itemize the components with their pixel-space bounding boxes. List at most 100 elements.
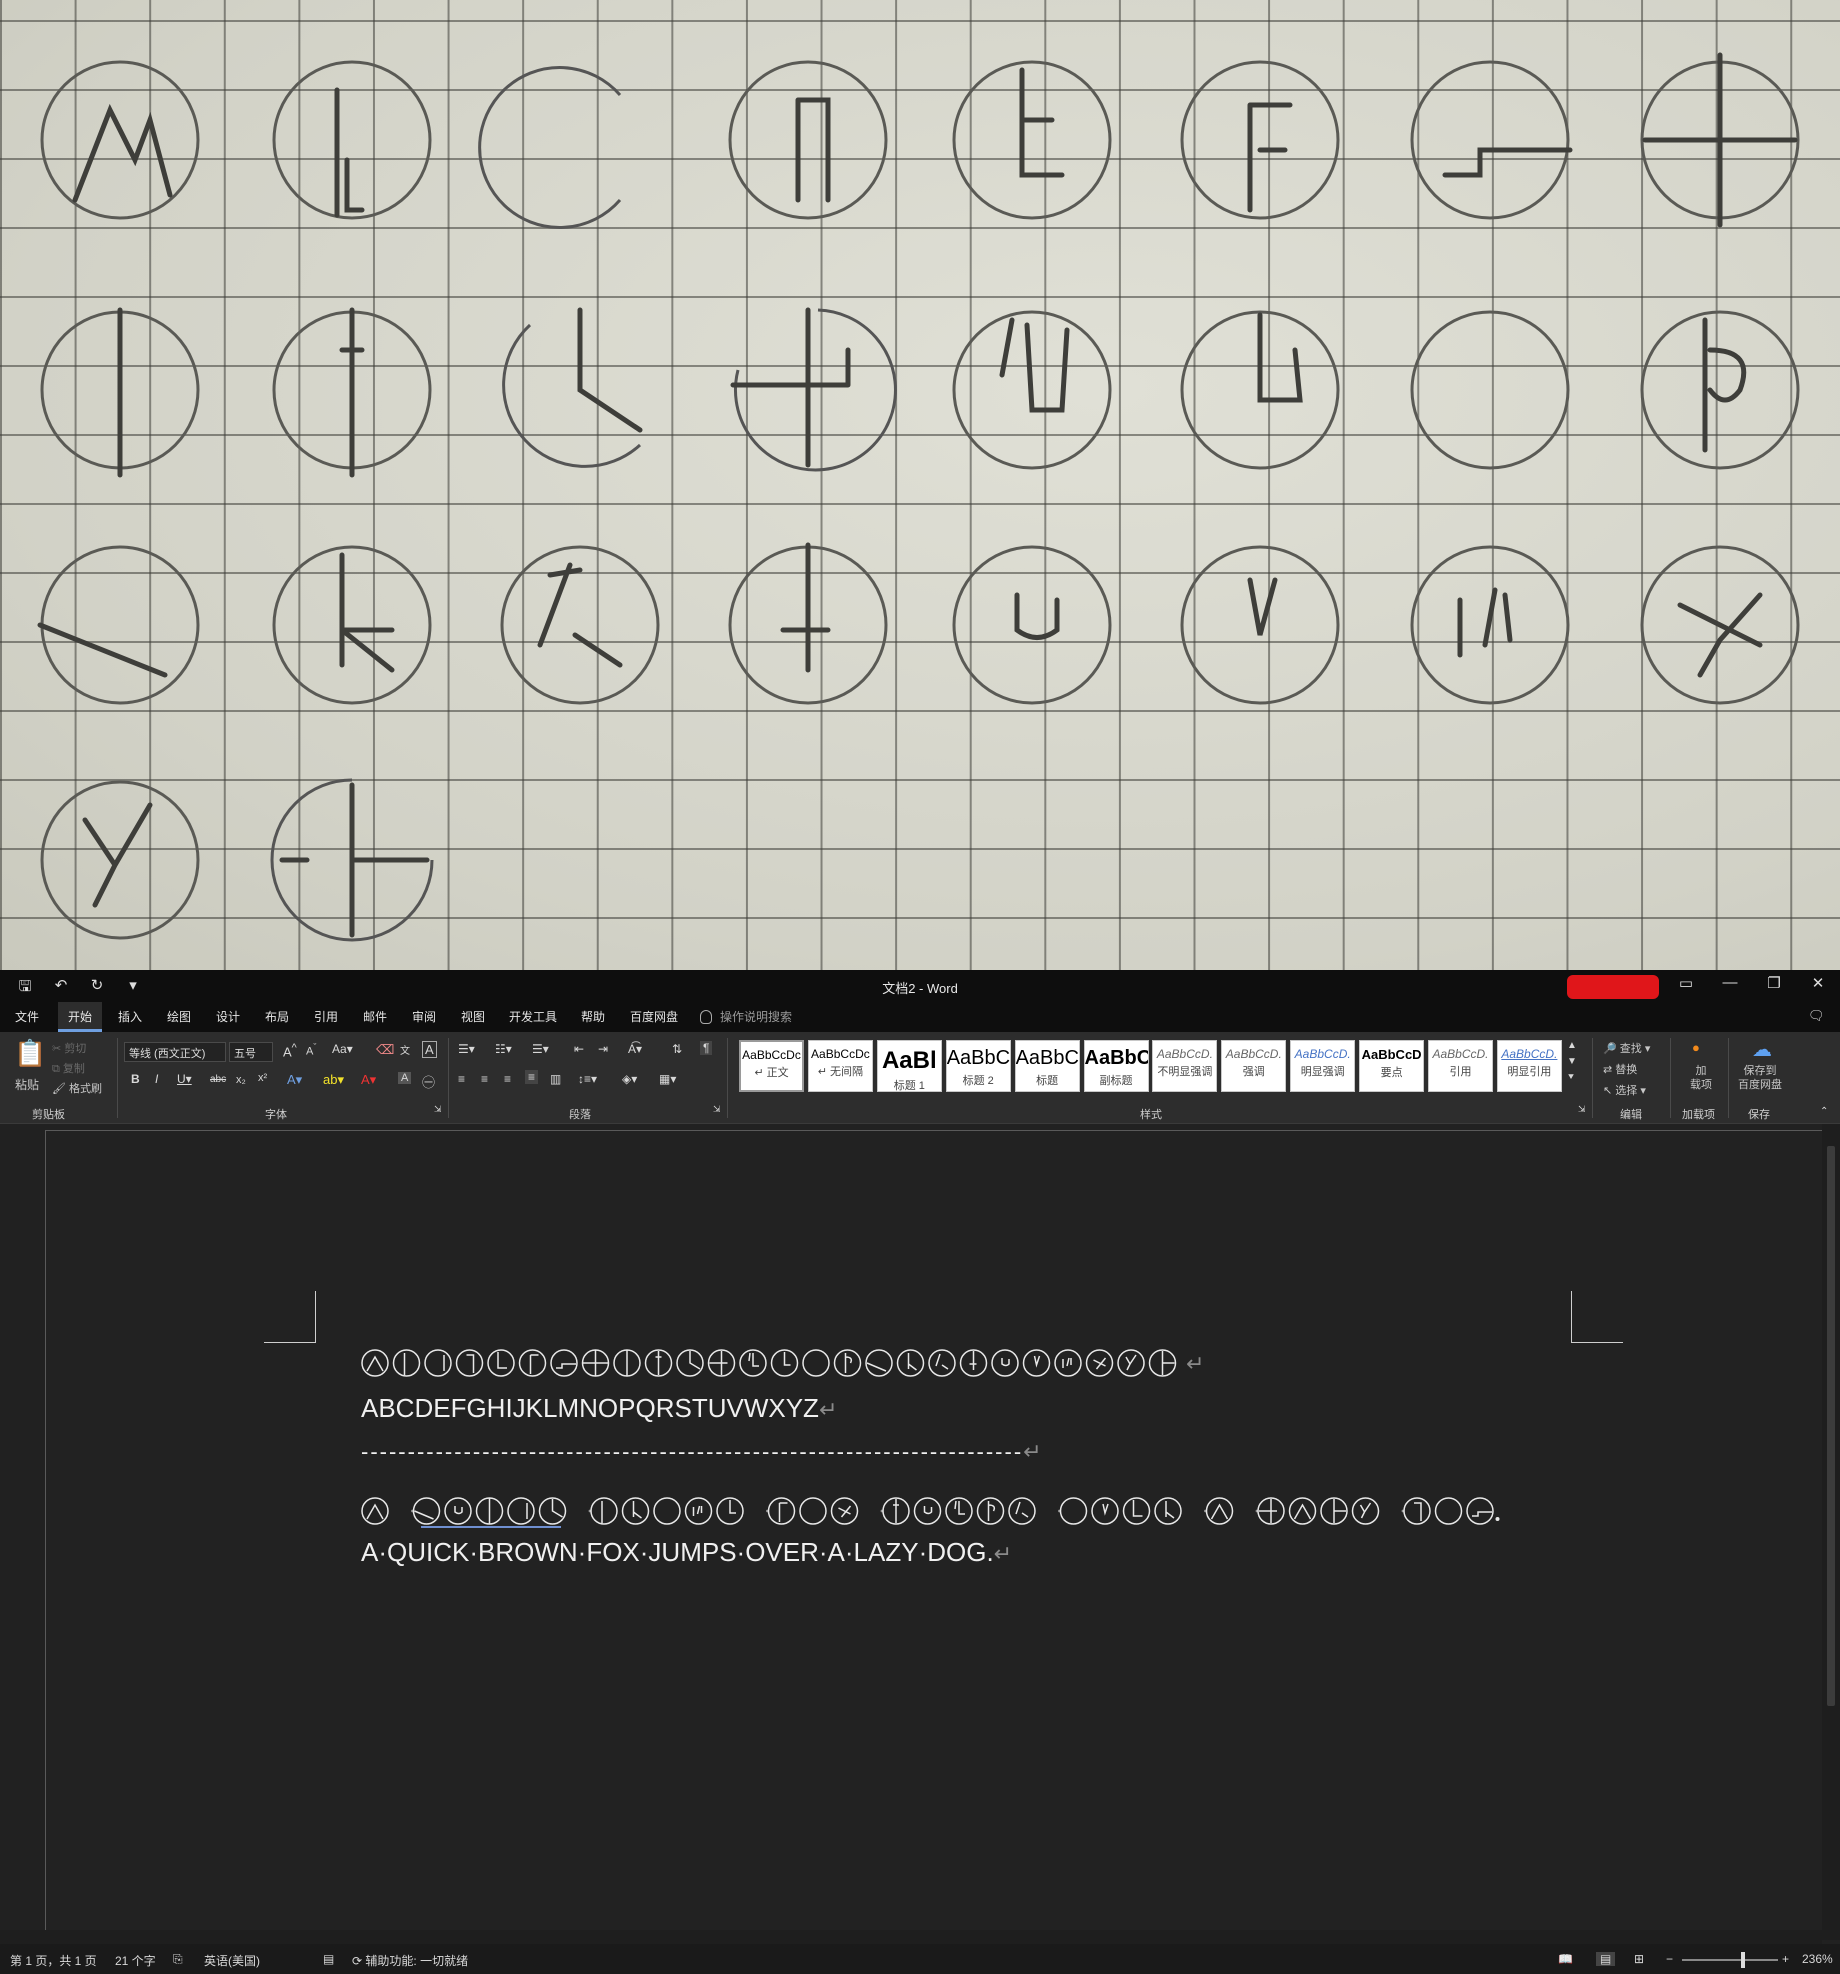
bold-icon[interactable]: B	[131, 1072, 140, 1086]
horizontal-scrollbar[interactable]	[0, 1930, 1822, 1944]
decrease-indent-icon[interactable]: ⇤	[574, 1042, 584, 1056]
enclose-char-icon[interactable]: ㊀	[422, 1072, 435, 1091]
tab-layout[interactable]: 布局	[265, 1008, 289, 1025]
italic-icon[interactable]: I	[155, 1072, 158, 1086]
web-layout-icon[interactable]: ⊞	[1634, 1952, 1644, 1966]
tab-baidu[interactable]: 百度网盘	[630, 1008, 678, 1025]
macro-icon[interactable]: ▤	[323, 1952, 334, 1966]
line-spacing-icon[interactable]: ↕≡▾	[578, 1072, 597, 1086]
distributed-icon[interactable]: ▥	[550, 1072, 561, 1086]
style-item[interactable]: AaBbCcD. 不明显强调	[1152, 1040, 1218, 1092]
style-item[interactable]: AaBbC(标题	[1014, 1040, 1080, 1092]
tab-references[interactable]: 引用	[314, 1008, 338, 1025]
font-color-icon[interactable]: A▾	[361, 1072, 376, 1088]
collapse-ribbon-icon[interactable]: ⌃	[1820, 1106, 1828, 1117]
minimize-icon[interactable]: —	[1708, 974, 1752, 992]
tab-mailings[interactable]: 邮件	[363, 1008, 387, 1025]
tab-help[interactable]: 帮助	[581, 1008, 605, 1025]
underline-icon[interactable]: U▾	[177, 1072, 192, 1086]
shading-icon[interactable]: ◈▾	[622, 1072, 637, 1086]
baidu-cloud-icon[interactable]: ☁	[1752, 1037, 1772, 1062]
zoom-out-icon[interactable]: −	[1666, 1952, 1673, 1966]
vertical-scrollbar[interactable]	[1822, 1124, 1840, 1940]
change-case-button[interactable]: Aa▾	[332, 1042, 353, 1056]
style-item[interactable]: AaBbC(副标题	[1083, 1040, 1149, 1092]
paragraph-dialog-launcher-icon[interactable]: ⇲	[713, 1104, 721, 1115]
proofing-icon[interactable]: ⎘	[173, 1952, 183, 1967]
tab-design[interactable]: 设计	[216, 1008, 240, 1025]
sort-icon[interactable]: ⇅	[672, 1042, 682, 1056]
tab-review[interactable]: 审阅	[412, 1008, 436, 1025]
paste-icon[interactable]: 📋	[14, 1038, 46, 1069]
find-button[interactable]: 🔎 查找 ▾	[1603, 1040, 1650, 1056]
addins-button[interactable]: 加 载项	[1690, 1064, 1712, 1092]
style-item[interactable]: AaBbC(标题 2	[945, 1040, 1011, 1092]
align-center-icon[interactable]: ≡	[481, 1072, 488, 1086]
style-item[interactable]: AaBbCcD. 强调	[1221, 1040, 1287, 1092]
tab-draw[interactable]: 绘图	[167, 1008, 191, 1025]
paste-button[interactable]: 粘贴	[15, 1076, 39, 1093]
style-item[interactable]: AaBbCcDc ↵ 正文	[739, 1040, 804, 1092]
copy-button[interactable]: ⧉ 复制	[52, 1060, 85, 1076]
save-to-baidu-button[interactable]: 保存到 百度网盘	[1738, 1064, 1782, 1092]
clear-format-icon[interactable]: ⌫	[376, 1042, 394, 1058]
align-left-icon[interactable]: ≡	[458, 1072, 465, 1086]
document-page[interactable]: ↵ ABCDEFGHIJKLMNOPQRSTUVWXYZ↵ ----------…	[45, 1130, 1825, 1940]
zoom-slider-handle[interactable]	[1741, 1952, 1745, 1968]
zoom-in-icon[interactable]: +	[1782, 1952, 1789, 1966]
superscript-icon[interactable]: x²	[258, 1072, 267, 1084]
align-right-icon[interactable]: ≡	[504, 1072, 511, 1086]
grow-font-icon[interactable]: A^	[283, 1042, 297, 1059]
tab-home[interactable]: 开始	[58, 1002, 103, 1032]
increase-indent-icon[interactable]: ⇥	[598, 1042, 608, 1056]
style-item[interactable]: AaBbCcD 要点	[1359, 1040, 1425, 1092]
gallery-more-icon[interactable]: ⯆	[1567, 1072, 1575, 1083]
justify-icon[interactable]: ≡	[525, 1070, 539, 1084]
read-mode-icon[interactable]: 📖	[1558, 1952, 1573, 1966]
cut-button[interactable]: ✂ 剪切	[52, 1040, 86, 1056]
zoom-slider[interactable]	[1682, 1959, 1778, 1961]
chinese-layout-icon[interactable]: A͡▾	[628, 1042, 642, 1056]
char-shading-icon[interactable]: A	[398, 1072, 412, 1084]
show-marks-icon[interactable]: ¶	[700, 1041, 713, 1055]
tab-view[interactable]: 视图	[461, 1008, 485, 1025]
word-count[interactable]: 21 个字	[115, 1952, 156, 1969]
highlight-icon[interactable]: ab▾	[323, 1072, 344, 1088]
strikethrough-icon[interactable]: abc	[210, 1074, 226, 1085]
gallery-up-icon[interactable]: ▲	[1567, 1040, 1577, 1051]
numbering-icon[interactable]: ☷▾	[495, 1042, 512, 1056]
tab-insert[interactable]: 插入	[118, 1008, 142, 1025]
bullets-icon[interactable]: ☰▾	[458, 1042, 475, 1056]
char-border-icon[interactable]: A	[422, 1041, 437, 1058]
comments-icon[interactable]: 🗨	[1808, 1008, 1825, 1024]
close-icon[interactable]: ✕	[1796, 974, 1840, 992]
style-item[interactable]: AaBbCcDc ↵ 无间隔	[807, 1040, 873, 1092]
phonetic-guide-icon[interactable]: 文	[400, 1042, 410, 1057]
tell-me-search[interactable]: 操作说明搜索	[700, 1008, 792, 1025]
styles-dialog-launcher-icon[interactable]: ⇲	[1578, 1104, 1586, 1115]
style-item[interactable]: AaBbCcD. 明显引用	[1496, 1040, 1562, 1092]
borders-icon[interactable]: ▦▾	[659, 1072, 676, 1086]
print-layout-icon[interactable]: ▤	[1596, 1952, 1616, 1966]
subscript-icon[interactable]: x₂	[236, 1074, 246, 1086]
replace-button[interactable]: ⇄ 替换	[1603, 1061, 1637, 1077]
page-indicator[interactable]: 第 1 页，共 1 页	[10, 1952, 97, 1969]
style-item[interactable]: AaBbCcD. 引用	[1428, 1040, 1493, 1092]
font-dialog-launcher-icon[interactable]: ⇲	[434, 1104, 442, 1115]
font-size-select[interactable]: 五号	[229, 1042, 273, 1062]
gallery-down-icon[interactable]: ▼	[1567, 1056, 1577, 1067]
tab-file[interactable]: 文件	[15, 1008, 39, 1025]
multilevel-list-icon[interactable]: ☰▾	[532, 1042, 549, 1056]
font-name-select[interactable]: 等线 (西文正文)	[124, 1042, 226, 1062]
language-indicator[interactable]: 英语(美国)	[204, 1952, 260, 1969]
ribbon-display-icon[interactable]: ▭	[1664, 974, 1708, 992]
zoom-level[interactable]: 236%	[1802, 1952, 1833, 1966]
restore-icon[interactable]: ❐	[1752, 974, 1796, 992]
addins-icon[interactable]: ●	[1692, 1040, 1700, 1055]
select-button[interactable]: ↖ 选择 ▾	[1603, 1082, 1646, 1098]
shrink-font-icon[interactable]: Aˇ	[306, 1042, 316, 1058]
text-effects-icon[interactable]: A▾	[287, 1072, 302, 1088]
style-item[interactable]: AaBbCcD. 明显强调	[1290, 1040, 1356, 1092]
tab-developer[interactable]: 开发工具	[509, 1008, 557, 1025]
style-item[interactable]: AaBl 标题 1	[876, 1040, 942, 1092]
